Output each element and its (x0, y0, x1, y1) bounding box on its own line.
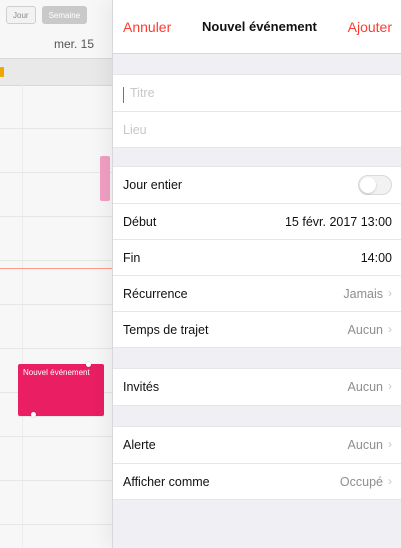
segment-week[interactable]: Semaine (41, 6, 88, 24)
alert-value-text: Aucun (347, 438, 383, 452)
all-day-label: Jour entier (123, 178, 183, 192)
end-label: Fin (123, 250, 141, 265)
travel-time-value-text: Aucun (347, 322, 383, 337)
recurrence-value-text: Jamais (343, 286, 383, 301)
recurrence-row[interactable]: Récurrence Jamais › (113, 275, 401, 311)
grid-line (0, 436, 112, 437)
grid-line (0, 84, 112, 85)
bottom-spacer (113, 500, 401, 526)
add-button[interactable]: Ajouter (348, 19, 392, 35)
alert-row[interactable]: Alerte Aucun › (113, 427, 401, 463)
grid-line (0, 304, 112, 305)
chevron-right-icon: › (388, 321, 392, 336)
title-placeholder: Titre (130, 86, 155, 100)
travel-time-row[interactable]: Temps de trajet Aucun › (113, 311, 401, 347)
all-day-indicator (0, 67, 4, 77)
invitees-label: Invités (123, 380, 160, 394)
all-day-toggle[interactable] (358, 175, 392, 195)
location-field[interactable]: Lieu (113, 111, 401, 147)
recurrence-value: Jamais › (343, 285, 392, 301)
start-label: Début (123, 214, 157, 229)
new-event-popover: Annuler Nouvel événement Ajouter Titre L… (112, 0, 401, 548)
title-input[interactable]: Titre (123, 85, 155, 103)
grid-line (0, 216, 112, 217)
title-location-group: Titre Lieu (113, 74, 401, 148)
grid-line (0, 128, 112, 129)
chevron-right-icon: › (388, 437, 392, 451)
chevron-right-icon: › (388, 285, 392, 300)
new-event-block[interactable]: Nouvel événement (18, 364, 104, 416)
alert-value: Aucun › (347, 437, 392, 452)
end-value: 14:00 (360, 250, 392, 265)
recurrence-label: Récurrence (123, 286, 188, 301)
all-day-row[interactable]: Jour entier (113, 167, 401, 203)
start-value: 15 févr. 2017 13:00 (284, 214, 392, 229)
section-gap (113, 348, 401, 368)
section-gap (113, 54, 401, 74)
existing-event-snippet[interactable] (100, 156, 110, 201)
text-caret (123, 87, 124, 103)
show-as-value: Occupé › (339, 473, 392, 489)
show-as-row[interactable]: Afficher comme Occupé › (113, 463, 401, 499)
travel-time-value: Aucun › (347, 321, 392, 337)
section-gap (113, 406, 401, 426)
invitees-row[interactable]: Invités Aucun › (113, 369, 401, 405)
chevron-right-icon: › (388, 473, 392, 488)
calendar-date: mer. 15 (53, 37, 94, 51)
location-placeholder: Lieu (123, 122, 147, 137)
chevron-right-icon: › (388, 379, 392, 393)
time-group: Jour entier Début 15 févr. 2017 13:00 Fi… (113, 166, 401, 348)
invitees-group: Invités Aucun › (113, 368, 401, 406)
all-day-strip (0, 58, 112, 86)
show-as-label: Afficher comme (123, 474, 210, 489)
calendar-background: Jour Semaine mer. 15 Nouvel événement (0, 0, 113, 548)
popover-header: Annuler Nouvel événement Ajouter (113, 0, 401, 54)
start-row[interactable]: Début 15 févr. 2017 13:00 (113, 203, 401, 239)
grid-line (0, 348, 112, 349)
grid-line (0, 172, 112, 173)
calendar-toolbar: Jour Semaine (0, 0, 112, 30)
calendar-grid (0, 84, 112, 548)
alert-label: Alerte (123, 438, 156, 452)
grid-line (0, 524, 112, 525)
end-row[interactable]: Fin 14:00 (113, 239, 401, 275)
segment-day[interactable]: Jour (6, 6, 36, 24)
toggle-knob (360, 177, 376, 193)
event-resize-handle-bottom[interactable] (31, 412, 36, 417)
invitees-value-text: Aucun (347, 380, 383, 394)
current-time-line (0, 268, 112, 269)
title-field[interactable]: Titre (113, 75, 401, 111)
cancel-button[interactable]: Annuler (123, 19, 171, 35)
popover-title: Nouvel événement (202, 19, 317, 34)
grid-line (0, 260, 112, 261)
travel-time-label: Temps de trajet (123, 322, 209, 337)
new-event-label: Nouvel événement (23, 368, 90, 377)
alert-group: Alerte Aucun › Afficher comme Occupé › (113, 426, 401, 500)
section-gap (113, 148, 401, 166)
invitees-value: Aucun › (347, 379, 392, 394)
event-resize-handle-top[interactable] (86, 362, 91, 367)
grid-line (0, 480, 112, 481)
show-as-value-text: Occupé (339, 474, 383, 489)
